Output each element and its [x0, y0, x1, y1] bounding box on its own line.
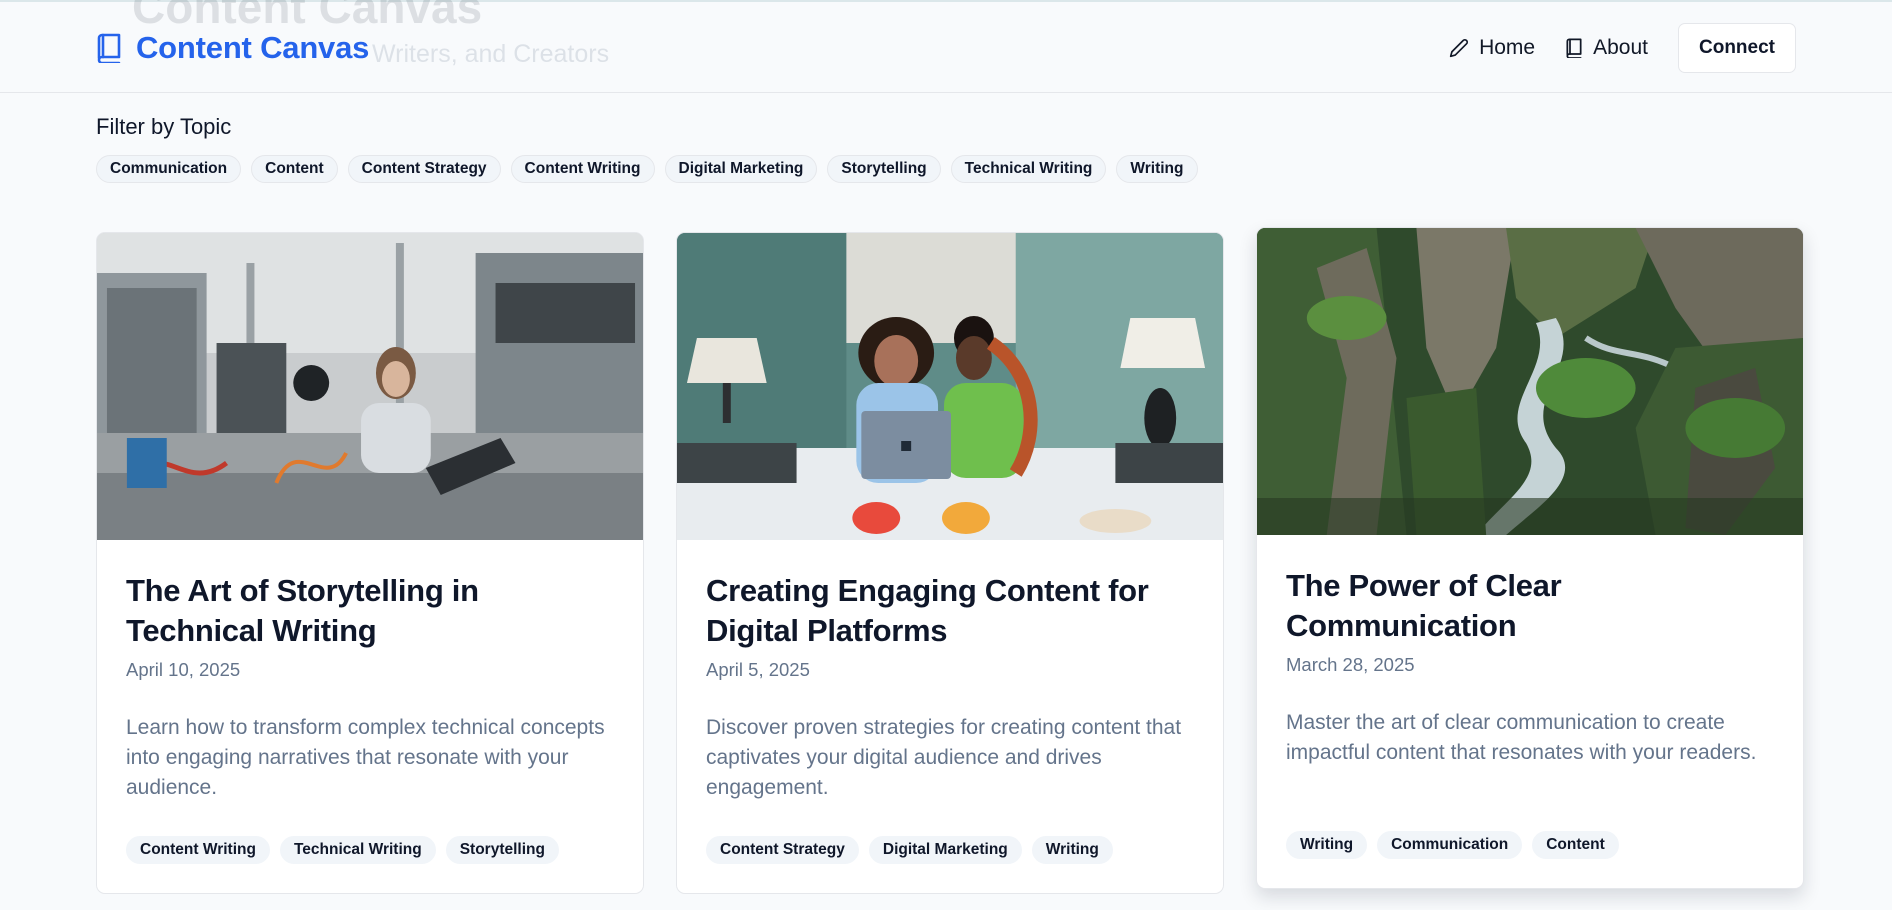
ghost-page-subtitle: Writers, and Creators	[372, 40, 610, 68]
topic-filter-pill[interactable]: Content	[251, 155, 338, 183]
post-tag[interactable]: Content Writing	[126, 836, 270, 864]
topic-filter-pill[interactable]: Technical Writing	[950, 155, 1107, 183]
post-excerpt: Learn how to transform complex technical…	[126, 716, 605, 799]
topic-filter-pill[interactable]: Writing	[1116, 155, 1198, 183]
book-icon	[96, 32, 124, 64]
post-tag[interactable]: Storytelling	[445, 836, 559, 864]
site-header: Content Canvas Writers, and Creators Con…	[0, 0, 1892, 93]
post-date: April 5, 2025	[706, 659, 810, 680]
post-image-bedroom	[677, 233, 1223, 540]
post-image-canyon	[1257, 228, 1803, 535]
ghost-page-title: Content Canvas	[132, 0, 483, 33]
filter-heading: Filter by Topic	[96, 114, 232, 139]
topic-filter-pill[interactable]: Storytelling	[827, 155, 941, 183]
topic-filter-list: Communication Content Content Strategy C…	[96, 155, 1198, 183]
post-card[interactable]: Creating Engaging Content for Digital Pl…	[676, 232, 1224, 894]
post-card[interactable]: The Power of Clear Communication March 2…	[1256, 227, 1804, 889]
topic-filter-pill[interactable]: Communication	[96, 155, 242, 183]
post-tag[interactable]: Content	[1532, 831, 1619, 859]
book-icon	[1565, 38, 1583, 58]
connect-button[interactable]: Connect	[1678, 23, 1796, 73]
post-date: March 28, 2025	[1286, 654, 1415, 675]
nav-home-link[interactable]: Home	[1449, 36, 1535, 60]
pencil-icon	[1449, 38, 1469, 58]
post-tag[interactable]: Digital Marketing	[868, 836, 1022, 864]
brand-link[interactable]: Content Canvas	[96, 30, 369, 66]
post-tag-list: Writing Communication Content	[1286, 831, 1619, 859]
post-title[interactable]: Creating Engaging Content for Digital Pl…	[706, 571, 1203, 651]
post-title[interactable]: The Power of Clear Communication	[1286, 566, 1783, 646]
nav-about-link[interactable]: About	[1565, 36, 1648, 60]
post-tag[interactable]: Technical Writing	[279, 836, 436, 864]
post-image-lab	[97, 233, 643, 540]
brand-name: Content Canvas	[136, 30, 370, 65]
topic-filter-pill[interactable]: Digital Marketing	[664, 155, 818, 183]
topic-filter-pill[interactable]: Content Writing	[510, 155, 655, 183]
post-tag-list: Content Writing Technical Writing Storyt…	[126, 836, 559, 864]
main-nav: Home About Connect	[1449, 23, 1796, 73]
post-card[interactable]: The Art of Storytelling in Technical Wri…	[96, 232, 644, 894]
post-title[interactable]: The Art of Storytelling in Technical Wri…	[126, 571, 623, 651]
post-tag-list: Content Strategy Digital Marketing Writi…	[706, 836, 1113, 864]
post-tag[interactable]: Communication	[1377, 831, 1523, 859]
nav-home-label: Home	[1479, 36, 1536, 59]
nav-about-label: About	[1593, 36, 1648, 59]
post-tag[interactable]: Content Strategy	[706, 836, 859, 864]
post-excerpt: Master the art of clear communication to…	[1286, 711, 1757, 764]
post-excerpt: Discover proven strategies for creating …	[706, 716, 1182, 799]
post-tag[interactable]: Writing	[1031, 836, 1113, 864]
topic-filter-pill[interactable]: Content Strategy	[347, 155, 501, 183]
post-tag[interactable]: Writing	[1286, 831, 1368, 859]
post-date: April 10, 2025	[126, 659, 241, 680]
